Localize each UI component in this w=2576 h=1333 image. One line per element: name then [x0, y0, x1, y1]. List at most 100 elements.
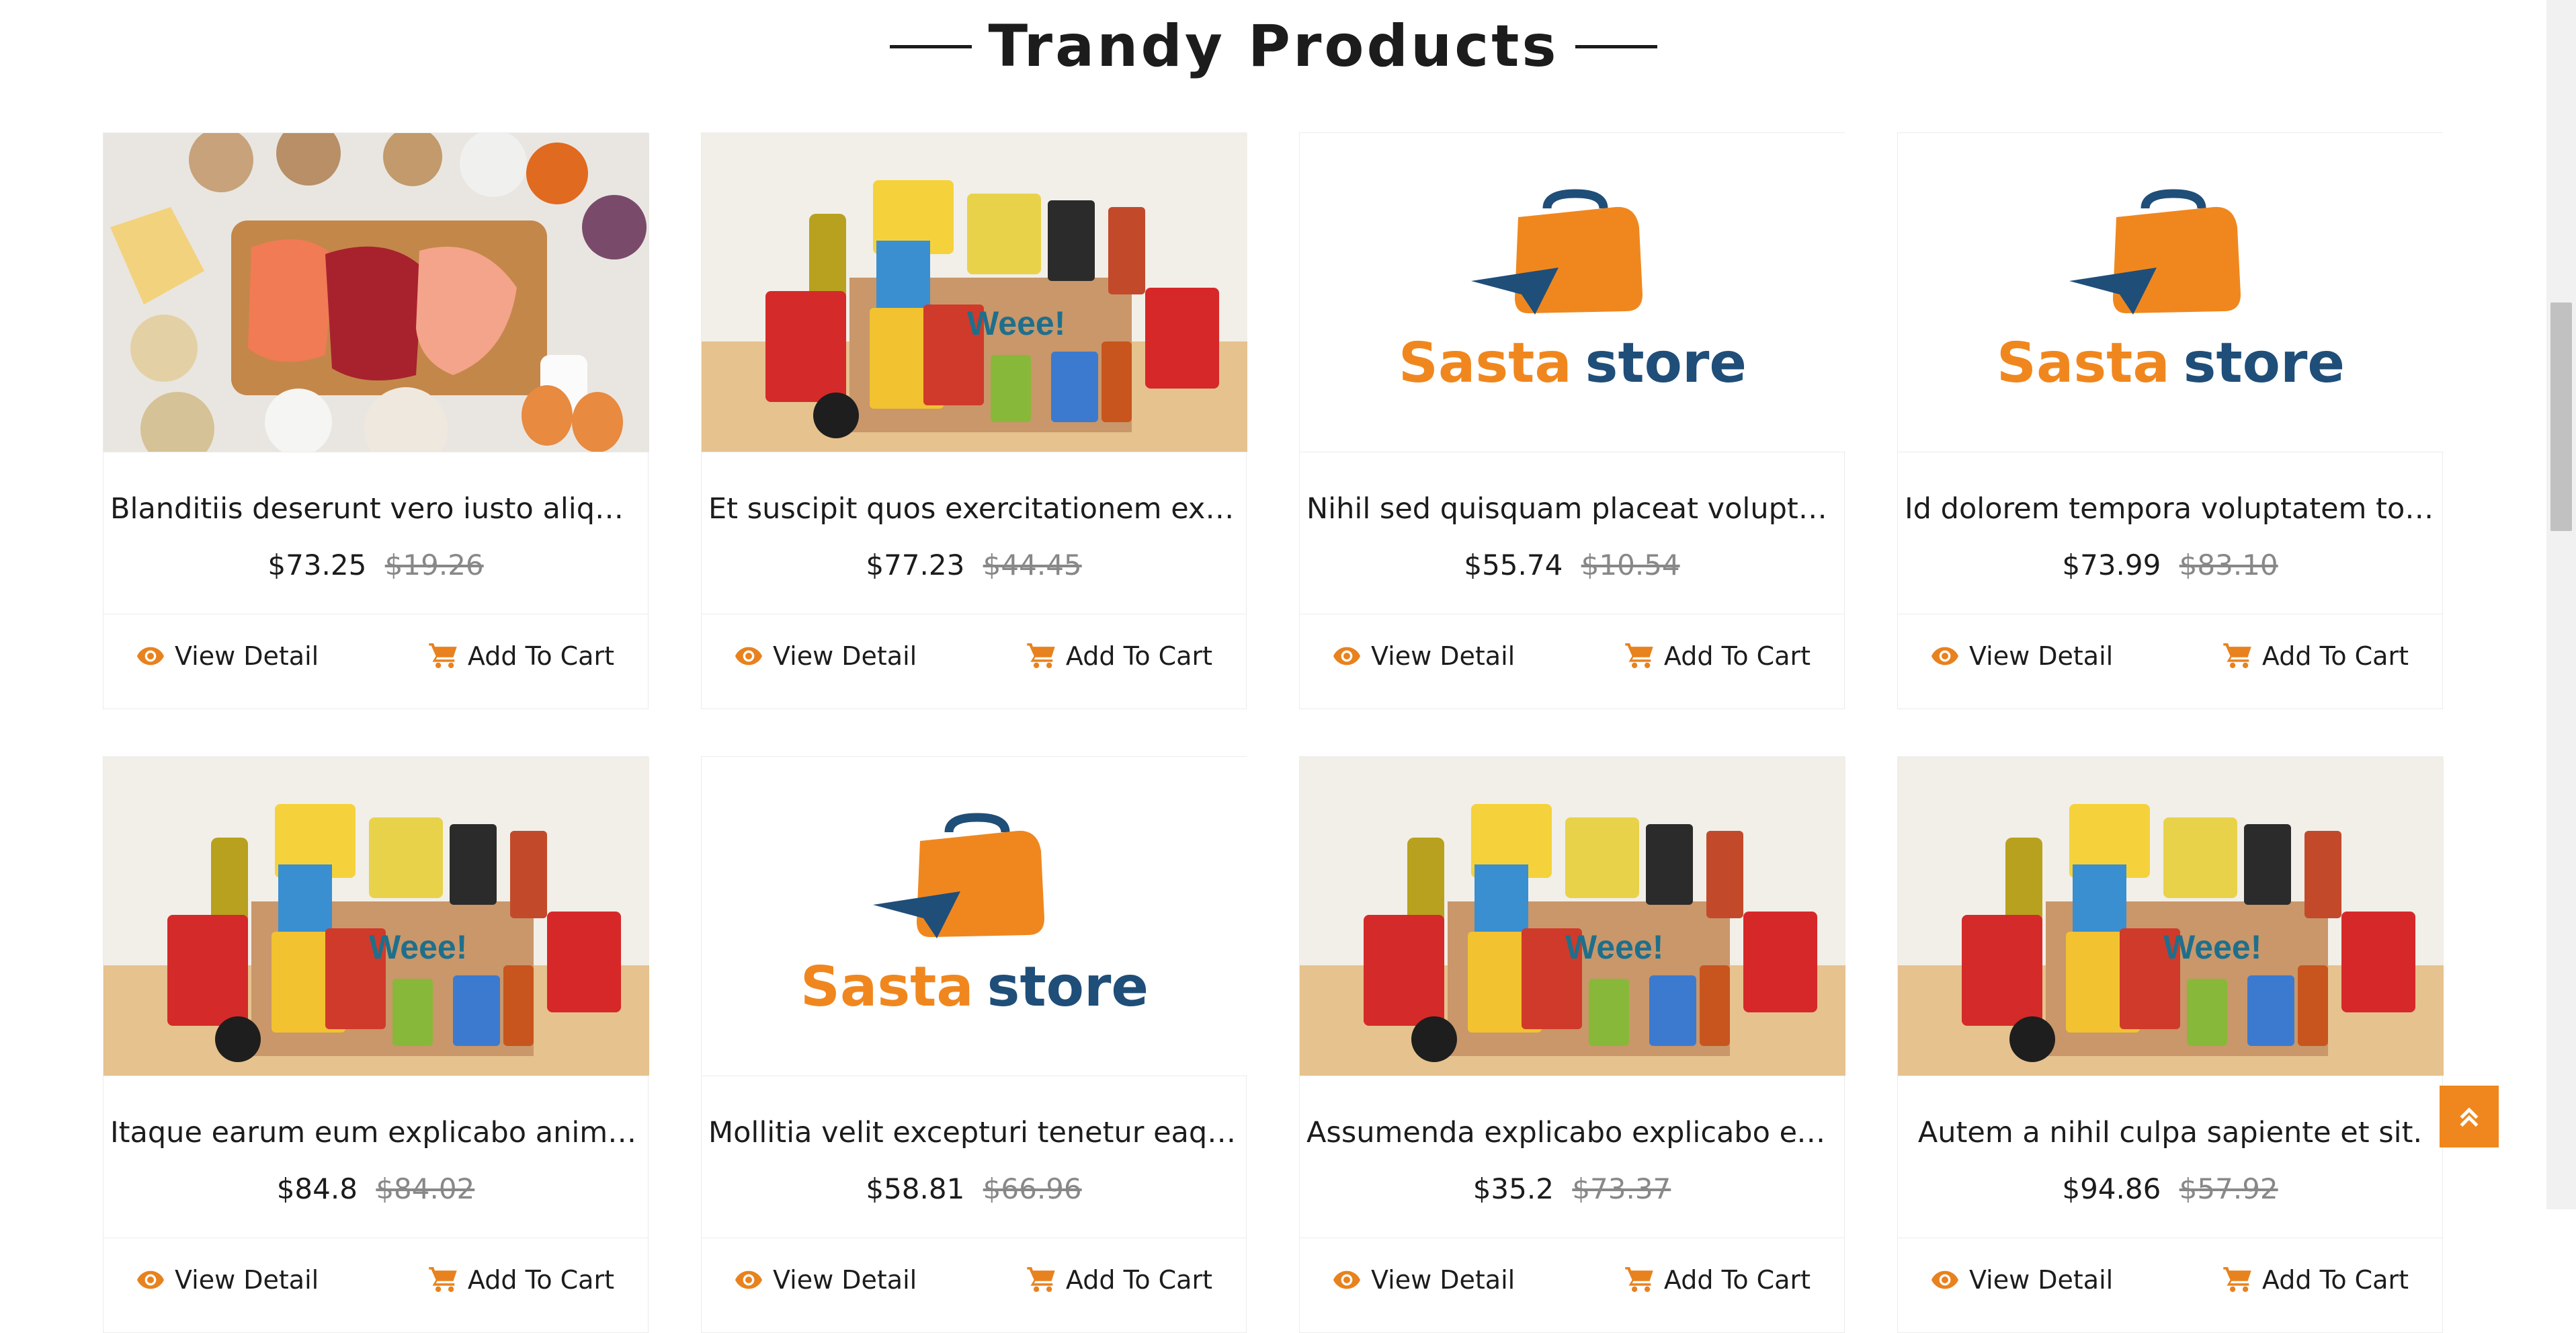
product-name[interactable]: Assumenda explicabo explicabo explic…: [1300, 1113, 1844, 1153]
view-detail-label: View Detail: [1969, 641, 2114, 671]
scrollbar[interactable]: [2546, 0, 2576, 1209]
cart-icon: [429, 1266, 457, 1292]
product-old-price: $44.45: [983, 549, 1082, 581]
product-price: $84.8: [276, 1172, 358, 1205]
product-image[interactable]: [103, 133, 649, 452]
product-price-row: $58.81 $66.96: [702, 1169, 1246, 1209]
scrollbar-thumb[interactable]: [2550, 302, 2572, 531]
product-actions: View Detail Add To Cart: [1898, 1238, 2442, 1321]
product-price-row: $77.23 $44.45: [702, 545, 1246, 585]
product-card: Weee! Assumenda explicabo explicabo expl…: [1299, 756, 1845, 1333]
view-detail-button[interactable]: View Detail: [735, 641, 917, 671]
product-image[interactable]: Sasta store: [702, 757, 1247, 1076]
product-actions: View Detail Add To Cart: [1300, 614, 1844, 697]
product-price: $73.99: [2062, 549, 2161, 581]
view-detail-button[interactable]: View Detail: [735, 1265, 917, 1295]
product-name[interactable]: Et suscipit quos exercitationem ex volu…: [702, 489, 1246, 529]
product-name[interactable]: Blanditiis deserunt vero iusto aliquam …: [103, 489, 648, 529]
product-price-row: $35.2 $73.37: [1300, 1169, 1844, 1209]
product-actions: View Detail Add To Cart: [1300, 1238, 1844, 1321]
product-actions: View Detail Add To Cart: [103, 1238, 648, 1321]
add-to-cart-button[interactable]: Add To Cart: [2223, 1265, 2409, 1295]
cart-icon: [1027, 643, 1055, 668]
view-detail-button[interactable]: View Detail: [1931, 641, 2113, 671]
view-detail-button[interactable]: View Detail: [137, 1265, 319, 1295]
eye-icon: [1333, 647, 1360, 665]
product-old-price: $83.10: [2179, 549, 2278, 581]
product-old-price: $57.92: [2179, 1172, 2278, 1205]
product-image[interactable]: Sasta store: [1300, 133, 1845, 452]
product-name[interactable]: Autem a nihil culpa sapiente et sit.: [1898, 1113, 2442, 1153]
add-to-cart-button[interactable]: Add To Cart: [429, 1265, 614, 1295]
cart-icon: [2223, 643, 2251, 668]
add-to-cart-button[interactable]: Add To Cart: [1027, 1265, 1212, 1295]
title-line-right: [1575, 44, 1657, 48]
cart-icon: [1625, 643, 1653, 668]
svg-text:Weee!: Weee!: [2163, 928, 2261, 966]
product-card: Blanditiis deserunt vero iusto aliquam ……: [103, 132, 649, 709]
product-name[interactable]: Id dolorem tempora voluptatem tota…: [1898, 489, 2442, 529]
view-detail-button[interactable]: View Detail: [137, 641, 319, 671]
add-to-cart-button[interactable]: Add To Cart: [1625, 641, 1811, 671]
product-image[interactable]: Weee!: [103, 757, 649, 1076]
eye-icon: [137, 1270, 164, 1289]
product-card: Sasta store Nihil sed quisquam placeat vo…: [1299, 132, 1845, 709]
product-name[interactable]: Nihil sed quisquam placeat voluptates…: [1300, 489, 1844, 529]
product-price-row: $94.86 $57.92: [1898, 1169, 2442, 1209]
product-price-row: $73.25 $19.26: [103, 545, 648, 585]
view-detail-button[interactable]: View Detail: [1931, 1265, 2113, 1295]
product-price-row: $73.99 $83.10: [1898, 545, 2442, 585]
view-detail-button[interactable]: View Detail: [1333, 1265, 1515, 1295]
view-detail-button[interactable]: View Detail: [1333, 641, 1515, 671]
product-price: $77.23: [866, 549, 965, 581]
svg-text:Weee!: Weee!: [967, 305, 1065, 342]
back-to-top-button[interactable]: [2440, 1086, 2499, 1147]
cart-icon: [1027, 1266, 1055, 1292]
view-detail-label: View Detail: [1969, 1264, 2114, 1295]
product-price: $58.81: [866, 1172, 965, 1205]
product-price-row: $55.74 $10.54: [1300, 545, 1844, 585]
product-actions: View Detail Add To Cart: [702, 1238, 1246, 1321]
add-to-cart-label: Add To Cart: [1065, 1264, 1212, 1295]
product-card: Weee! Autem a nihil culpa sapiente et si…: [1897, 756, 2444, 1333]
eye-icon: [137, 647, 164, 665]
add-to-cart-label: Add To Cart: [467, 641, 614, 671]
product-old-price: $19.26: [384, 549, 484, 581]
add-to-cart-label: Add To Cart: [2261, 1264, 2409, 1295]
product-actions: View Detail Add To Cart: [702, 614, 1246, 697]
product-actions: View Detail Add To Cart: [1898, 614, 2442, 697]
product-card: Weee! Et suscipit quos exercitationem ex…: [701, 132, 1247, 709]
product-price-row: $84.8 $84.02: [103, 1169, 648, 1209]
add-to-cart-button[interactable]: Add To Cart: [1625, 1265, 1811, 1295]
add-to-cart-label: Add To Cart: [467, 1264, 614, 1295]
view-detail-label: View Detail: [773, 1264, 917, 1295]
eye-icon: [1931, 1270, 1958, 1289]
double-chevron-up-icon: [2460, 1107, 2479, 1127]
product-card: Sasta store Mollitia velit excepturi tene…: [701, 756, 1247, 1333]
product-name[interactable]: Itaque earum eum explicabo animi as…: [103, 1113, 648, 1153]
product-image[interactable]: Sasta store: [1898, 133, 2444, 452]
product-old-price: $84.02: [376, 1172, 475, 1205]
add-to-cart-button[interactable]: Add To Cart: [1027, 641, 1212, 671]
cart-icon: [1625, 1266, 1653, 1292]
product-image[interactable]: Weee!: [1300, 757, 1845, 1076]
view-detail-label: View Detail: [175, 1264, 319, 1295]
add-to-cart-button[interactable]: Add To Cart: [429, 641, 614, 671]
eye-icon: [735, 647, 762, 665]
product-price: $55.74: [1464, 549, 1563, 581]
section-title: Trandy Products: [988, 13, 1559, 80]
product-old-price: $73.37: [1572, 1172, 1671, 1205]
add-to-cart-label: Add To Cart: [1065, 641, 1212, 671]
eye-icon: [1333, 1270, 1360, 1289]
product-price: $35.2: [1472, 1172, 1554, 1205]
product-image[interactable]: Weee!: [702, 133, 1247, 452]
add-to-cart-label: Add To Cart: [1663, 1264, 1811, 1295]
cart-icon: [2223, 1266, 2251, 1292]
product-card: Weee! Itaque earum eum explicabo animi a…: [103, 756, 649, 1333]
product-image[interactable]: Weee!: [1898, 757, 2444, 1076]
view-detail-label: View Detail: [1371, 1264, 1515, 1295]
product-name[interactable]: Mollitia velit excepturi tenetur eaque.: [702, 1113, 1246, 1153]
view-detail-label: View Detail: [175, 641, 319, 671]
view-detail-label: View Detail: [773, 641, 917, 671]
add-to-cart-button[interactable]: Add To Cart: [2223, 641, 2409, 671]
